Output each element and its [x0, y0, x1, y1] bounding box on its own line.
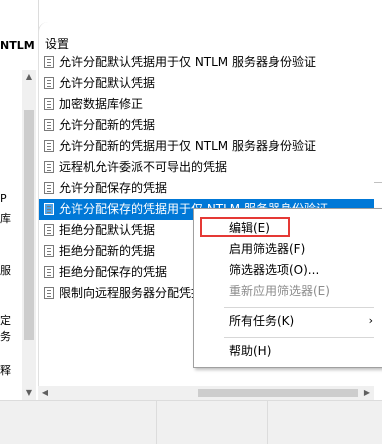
- scrollbar-thumb[interactable]: [24, 110, 34, 340]
- left-pane-item[interactable]: 定: [0, 312, 11, 328]
- policy-row[interactable]: 远程机允许委派不可导出的凭据: [39, 157, 375, 178]
- left-tree-pane: NTLM 服 P 库 服 定 务 释 ▲ ▼: [0, 0, 39, 400]
- policy-label: 允许分配默认凭据用于仅 NTLM 服务器身份验证: [59, 55, 316, 69]
- menu-item-all-tasks[interactable]: 所有任务(K) ›: [194, 310, 382, 332]
- policy-label: 允许分配新的凭据用于仅 NTLM 服务器身份验证: [59, 139, 316, 153]
- policy-setting-icon: [44, 161, 54, 173]
- scroll-down-icon[interactable]: ▼: [22, 386, 36, 400]
- status-cell: [157, 401, 268, 444]
- policy-setting-icon: [44, 182, 54, 194]
- left-pane-title[interactable]: NTLM 服: [0, 37, 38, 53]
- settings-column-header[interactable]: 设置: [45, 35, 69, 52]
- policy-row[interactable]: 允许分配新的凭据: [39, 115, 375, 136]
- menu-item-filter-options[interactable]: 筛选器选项(O)...: [194, 259, 382, 281]
- policy-label: 允许分配新的凭据: [59, 118, 156, 132]
- menu-separator: [224, 337, 374, 338]
- policy-row[interactable]: 允许分配新的凭据用于仅 NTLM 服务器身份验证: [39, 136, 375, 157]
- left-pane-item[interactable]: 务: [0, 328, 11, 344]
- status-cell: [0, 401, 157, 444]
- menu-item-help[interactable]: 帮助(H): [194, 340, 382, 362]
- policy-row[interactable]: 允许分配默认凭据用于仅 NTLM 服务器身份验证: [39, 52, 375, 73]
- divider: [374, 182, 382, 183]
- scroll-right-icon[interactable]: ▶: [360, 386, 374, 400]
- policy-setting-icon: [44, 203, 54, 215]
- left-pane-scrollbar[interactable]: ▲ ▼: [22, 70, 36, 400]
- policy-label: 远程机允许委派不可导出的凭据: [59, 160, 228, 174]
- left-pane-item[interactable]: P: [0, 192, 7, 205]
- policy-row[interactable]: 加密数据库修正: [39, 94, 375, 115]
- policy-setting-icon: [44, 245, 54, 257]
- policy-row[interactable]: 允许分配默认凭据: [39, 73, 375, 94]
- scrollbar-thumb[interactable]: [198, 389, 358, 397]
- context-menu: 编辑(E) 启用筛选器(F) 筛选器选项(O)... 重新应用筛选器(E) 所有…: [193, 208, 382, 368]
- left-pane-item[interactable]: 释: [0, 362, 11, 378]
- chevron-right-icon: ›: [368, 314, 373, 327]
- policy-setting-icon: [44, 266, 54, 278]
- policy-setting-icon: [44, 140, 54, 152]
- policy-label: 拒绝分配新的凭据: [59, 244, 156, 258]
- policy-row[interactable]: 允许分配保存的凭据: [39, 178, 375, 199]
- policy-label: 拒绝分配保存的凭据: [59, 265, 168, 279]
- scroll-left-icon[interactable]: ◀: [38, 386, 52, 400]
- status-bar: [0, 400, 382, 444]
- menu-item-label: 所有任务(K): [229, 314, 295, 328]
- policy-label: 限制向远程服务器分配凭据: [59, 286, 204, 300]
- policy-label: 加密数据库修正: [59, 97, 144, 111]
- policy-setting-icon: [44, 287, 54, 299]
- horizontal-scrollbar[interactable]: ◀ ▶: [38, 386, 374, 400]
- policy-label: 拒绝分配默认凭据: [59, 223, 156, 237]
- policy-setting-icon: [44, 56, 54, 68]
- scroll-up-icon[interactable]: ▲: [22, 70, 36, 84]
- policy-setting-icon: [44, 77, 54, 89]
- policy-label: 允许分配保存的凭据: [59, 181, 168, 195]
- policy-setting-icon: [44, 98, 54, 110]
- menu-item-enable-filter[interactable]: 启用筛选器(F): [194, 238, 382, 260]
- menu-separator: [224, 307, 374, 308]
- policy-setting-icon: [44, 119, 54, 131]
- left-pane-item[interactable]: 库: [0, 210, 11, 226]
- menu-item-edit[interactable]: 编辑(E): [194, 217, 382, 239]
- policy-setting-icon: [44, 224, 54, 236]
- left-pane-item[interactable]: 服: [0, 262, 11, 278]
- policy-label: 允许分配默认凭据: [59, 76, 156, 90]
- menu-item-reapply-filter: 重新应用筛选器(E): [229, 284, 330, 298]
